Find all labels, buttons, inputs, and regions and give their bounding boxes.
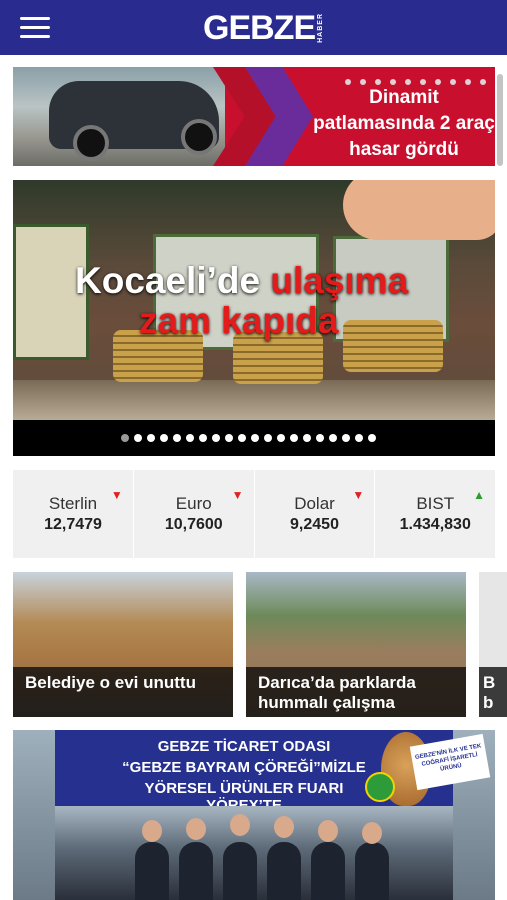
news-card[interactable]: Belediye o evi unuttu <box>13 572 233 717</box>
advert-photo-left <box>13 730 55 900</box>
slider-dots[interactable] <box>121 434 376 442</box>
market-ticker: Sterlin 12,7479 ▼ Euro 10,7600 ▼ Dolar 9,2450 ▼ B… <box>13 470 495 558</box>
person-head <box>230 814 250 836</box>
top-slider-dots[interactable] <box>345 79 495 85</box>
news-card-title: Darıca’da parklarda hummalı çalışma <box>246 667 466 717</box>
slider-dot[interactable] <box>134 434 142 442</box>
app-header: GEBZE HABER <box>0 0 507 55</box>
slider-dot[interactable] <box>277 434 285 442</box>
trend-up-icon: ▲ <box>473 488 485 502</box>
coins-floor <box>13 380 495 420</box>
car-wheel <box>73 125 109 161</box>
slider-dot[interactable] <box>147 434 155 442</box>
trend-down-icon: ▼ <box>231 488 244 502</box>
person-figure <box>311 842 345 900</box>
market-value: 1.434,830 <box>399 516 471 533</box>
slider-dot[interactable] <box>251 434 259 442</box>
person-figure <box>355 842 389 900</box>
menu-icon[interactable] <box>20 17 50 39</box>
car-wheel <box>181 119 217 155</box>
news-photo <box>13 67 243 166</box>
market-item: Sterlin 12,7479 ▼ <box>13 470 134 558</box>
slider-dot[interactable] <box>121 434 129 442</box>
advert-line1: GEBZE TİCARET ODASI <box>157 738 331 755</box>
slider-dot[interactable] <box>160 434 168 442</box>
advert-photo <box>55 806 453 900</box>
slider-dot[interactable] <box>342 434 350 442</box>
news-card-title: Belediye o evi unuttu <box>13 667 233 717</box>
scrollbar[interactable] <box>497 74 503 166</box>
hand-image <box>343 180 495 240</box>
advert-line2: “GEBZE BAYRAM ÇÖREĞİ”MİZLE <box>122 759 366 776</box>
news-cards-row: Belediye o evi unuttu Darıca’da parklard… <box>13 572 507 717</box>
person-head <box>274 816 294 838</box>
person-figure <box>179 842 213 900</box>
geographical-seal-icon <box>365 772 395 802</box>
slider-dot[interactable] <box>329 434 337 442</box>
slider-headline-line1: Kocaeli’de ulaşıma <box>75 260 409 301</box>
market-value: 12,7479 <box>44 516 102 533</box>
slider-headline-line2: zam kapıda <box>139 300 339 341</box>
news-card[interactable]: B b <box>479 572 507 717</box>
slider-dot[interactable] <box>368 434 376 442</box>
market-item: BIST 1.434,830 ▲ <box>375 470 495 558</box>
advert-banner[interactable]: GEBZE TİCARET ODASI “GEBZE BAYRAM ÇÖREĞİ… <box>13 730 495 900</box>
news-card-title: B b <box>479 667 507 717</box>
market-value: 10,7600 <box>164 516 223 533</box>
slider-dot[interactable] <box>303 434 311 442</box>
slider-dot[interactable] <box>199 434 207 442</box>
person-head <box>142 820 162 842</box>
slider-dot[interactable] <box>264 434 272 442</box>
person-head <box>318 820 338 842</box>
slider-dot[interactable] <box>316 434 324 442</box>
person-figure <box>223 842 257 900</box>
slider-dot[interactable] <box>225 434 233 442</box>
site-logo[interactable]: GEBZE HABER <box>203 8 324 48</box>
market-item: Dolar 9,2450 ▼ <box>255 470 376 558</box>
top-news-headline: Dinamit patlamasında 2 araç hasar gördü <box>313 87 495 160</box>
slider-dot[interactable] <box>173 434 181 442</box>
news-card[interactable]: Darıca’da parklarda hummalı çalışma <box>246 572 466 717</box>
trend-down-icon: ▼ <box>110 488 123 502</box>
main-news-slider[interactable]: Kocaeli’de ulaşıma zam kapıda <box>13 180 495 456</box>
market-value: 9,2450 <box>290 516 339 533</box>
logo-subtext: HABER <box>317 13 325 43</box>
top-news-banner[interactable]: Dinamit patlamasında 2 araç hasar gördü <box>13 67 495 166</box>
market-item: Euro 10,7600 ▼ <box>134 470 255 558</box>
slider-dot[interactable] <box>238 434 246 442</box>
person-head <box>186 818 206 840</box>
person-figure <box>267 842 301 900</box>
person-head <box>362 822 382 844</box>
coin-stack <box>343 320 443 372</box>
slider-dot[interactable] <box>212 434 220 442</box>
slider-dot[interactable] <box>290 434 298 442</box>
person-figure <box>135 842 169 900</box>
advert-header: GEBZE TİCARET ODASI “GEBZE BAYRAM ÇÖREĞİ… <box>55 730 491 814</box>
slider-dot[interactable] <box>355 434 363 442</box>
trend-down-icon: ▼ <box>352 488 365 502</box>
slider-dot[interactable] <box>186 434 194 442</box>
logo-text: GEBZE <box>203 8 316 47</box>
